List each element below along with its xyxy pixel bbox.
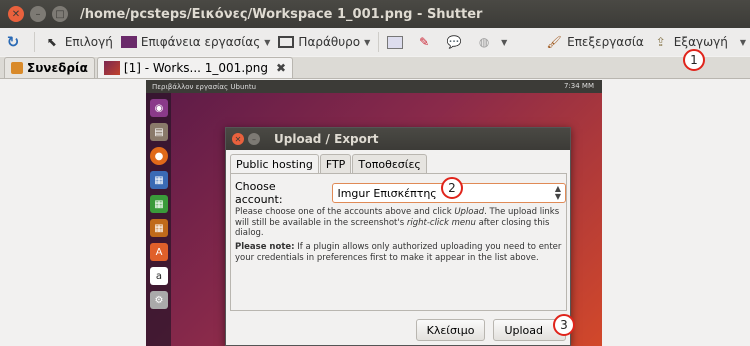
note-title: Please note: bbox=[235, 242, 295, 252]
public-hosting-panel: Choose account: Imgur Επισκέπτης ▲ ▼ Plea… bbox=[230, 173, 567, 311]
window-icon bbox=[278, 36, 295, 48]
description-menu-word: right-click menu bbox=[406, 217, 476, 228]
refresh-button[interactable]: ↻ bbox=[0, 30, 30, 54]
chevron-down-icon: ▼ bbox=[364, 37, 371, 47]
toolbar-separator bbox=[34, 32, 35, 52]
account-label: Choose account: bbox=[235, 180, 283, 206]
chevron-down-icon: ▼ bbox=[739, 37, 746, 47]
window-minimize-button[interactable]: – bbox=[30, 6, 46, 22]
select-label: Επιλογή bbox=[64, 35, 113, 49]
dialog-buttons: Κλείσιμο Upload bbox=[408, 319, 566, 341]
tab-file[interactable]: [1] - Works... 1_001.png ✖ bbox=[96, 57, 294, 78]
edit-button[interactable]: 🖌 Επεξεργασία bbox=[541, 30, 648, 54]
edit-label: Επεξεργασία bbox=[567, 35, 644, 49]
annotation-marker-2: 2 bbox=[441, 177, 463, 199]
cursor-icon: ⬉ bbox=[46, 35, 57, 49]
account-select-value: Imgur Επισκέπτης bbox=[337, 186, 437, 200]
toolbar-separator bbox=[378, 32, 380, 52]
window-button[interactable]: Παράθυρο ▼ bbox=[274, 30, 374, 54]
upload-note: Please note: If a plugin allows only aut… bbox=[235, 242, 563, 263]
tab-places[interactable]: Τοποθεσίες bbox=[352, 154, 427, 173]
ubuntu-clock: 7:34 ΜΜ bbox=[563, 82, 594, 90]
ubuntu-launcher: ◉ ▤ ● ▦ ▦ ▦ A a ⚙ bbox=[146, 93, 171, 346]
tab-session[interactable]: Συνεδρία bbox=[4, 57, 95, 78]
window-title: /home/pcsteps/Εικόνες/Workspace 1_001.pn… bbox=[80, 6, 483, 22]
session-icon bbox=[11, 62, 23, 74]
description-upload-word: Upload bbox=[454, 207, 485, 217]
software-center-icon: A bbox=[150, 243, 168, 261]
dialog-tabs: Public hosting FTP Τοποθεσίες bbox=[230, 154, 428, 174]
toolbar: ↻ ⬉ Επιλογή Επιφάνεια εργασίας ▼ Παράθυρ… bbox=[0, 28, 750, 56]
bubble-capture-button[interactable]: 💬 bbox=[441, 30, 471, 54]
files-icon: ▤ bbox=[150, 123, 168, 141]
upload-export-dialog: ✕ – Upload / Export Public hosting FTP Τ… bbox=[225, 127, 571, 346]
file-thumbnail-icon bbox=[103, 61, 120, 75]
chevron-down-icon: ▼ bbox=[501, 37, 508, 47]
account-row: Choose account: Imgur Επισκέπτης ▲ ▼ bbox=[235, 180, 566, 206]
desktop-label: Επιφάνεια εργασίας bbox=[140, 35, 261, 49]
description-text-1: Please choose one of the accounts above … bbox=[235, 207, 455, 217]
overflow-menu-button[interactable]: ▼ bbox=[732, 30, 750, 54]
annotation-marker-3: 3 bbox=[553, 314, 575, 336]
firefox-icon: ● bbox=[150, 147, 168, 165]
tab-public-hosting[interactable]: Public hosting bbox=[230, 154, 319, 174]
window-titlebar: ✕ – □ /home/pcsteps/Εικόνες/Workspace 1_… bbox=[0, 0, 750, 28]
window-close-button[interactable]: ✕ bbox=[8, 6, 24, 22]
tooltip-capture-button[interactable]: ✎ bbox=[411, 30, 441, 54]
tab-strip: Συνεδρία [1] - Works... 1_001.png ✖ bbox=[0, 57, 750, 79]
ubuntu-logo-icon: ◉ bbox=[150, 99, 168, 117]
tab-file-label: [1] - Works... 1_001.png bbox=[123, 61, 268, 75]
ubuntu-topbar: Περιβάλλον εργασίας Ubuntu 7:34 ΜΜ bbox=[146, 80, 602, 93]
refresh-icon: ↻ bbox=[6, 33, 20, 51]
settings-icon: ⚙ bbox=[150, 291, 168, 309]
document-edit-icon: ✎ bbox=[419, 35, 430, 49]
menu-capture-button[interactable] bbox=[383, 30, 411, 54]
amazon-icon: a bbox=[150, 267, 168, 285]
spinner-arrows-icon: ▲ ▼ bbox=[554, 184, 561, 201]
dialog-minimize-button[interactable]: – bbox=[248, 133, 260, 145]
tab-close-icon[interactable]: ✖ bbox=[276, 61, 286, 75]
dialog-titlebar: ✕ – Upload / Export bbox=[226, 128, 570, 150]
dialog-close-button[interactable]: ✕ bbox=[232, 133, 244, 145]
desktop-button[interactable]: Επιφάνεια εργασίας ▼ bbox=[117, 30, 275, 54]
close-button[interactable]: Κλείσιμο bbox=[415, 319, 486, 341]
export-label: Εξαγωγή bbox=[673, 35, 728, 49]
dialog-title: Upload / Export bbox=[274, 132, 379, 146]
desktop-icon bbox=[120, 36, 137, 48]
writer-icon: ▦ bbox=[150, 171, 168, 189]
window-maximize-button[interactable]: □ bbox=[52, 6, 68, 22]
globe-icon: ◍ bbox=[478, 35, 490, 49]
tab-session-label: Συνεδρία bbox=[27, 61, 88, 75]
impress-icon: ▦ bbox=[150, 219, 168, 237]
annotation-marker-1: 1 bbox=[683, 49, 705, 71]
calc-icon: ▦ bbox=[150, 195, 168, 213]
tab-ftp[interactable]: FTP bbox=[319, 154, 352, 173]
brush-icon: 🖌 bbox=[546, 35, 562, 49]
menu-window-icon bbox=[387, 35, 404, 49]
speech-bubble-icon: 💬 bbox=[446, 35, 462, 49]
chevron-down-icon: ▼ bbox=[264, 37, 271, 47]
select-button[interactable]: ⬉ Επιλογή bbox=[39, 30, 117, 54]
upload-description: Please choose one of the accounts above … bbox=[235, 207, 563, 239]
ubuntu-topbar-title: Περιβάλλον εργασίας Ubuntu bbox=[152, 82, 257, 91]
export-icon: ⇪ bbox=[655, 35, 666, 49]
web-capture-button[interactable]: ◍ ▼ bbox=[471, 30, 511, 54]
window-label: Παράθυρο bbox=[298, 35, 361, 49]
